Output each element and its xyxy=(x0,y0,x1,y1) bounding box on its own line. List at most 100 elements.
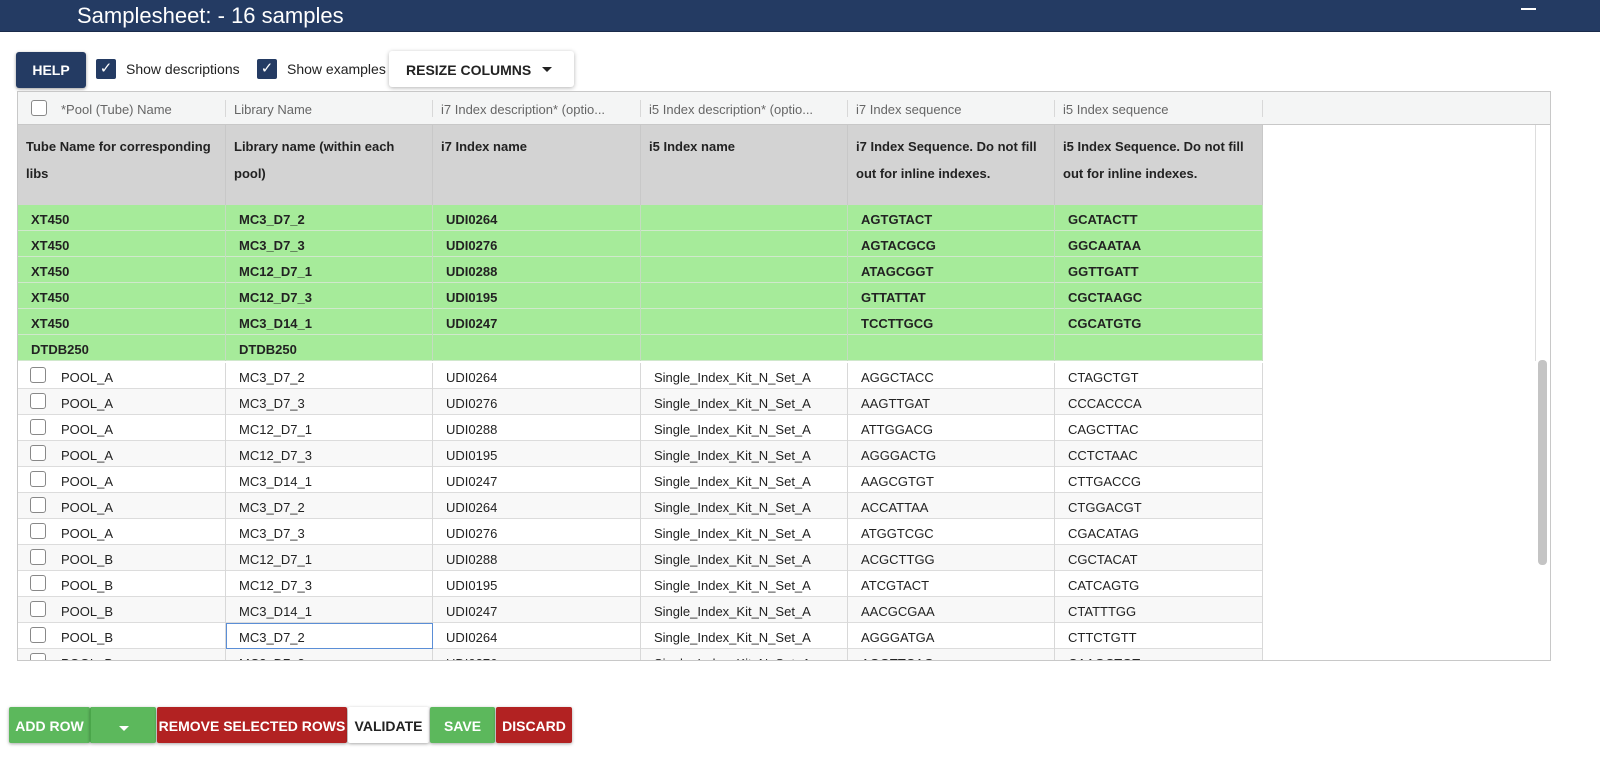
cell[interactable]: UDI0276 xyxy=(433,649,641,660)
row-checkbox[interactable] xyxy=(30,627,46,643)
column-header[interactable]: i7 Index sequence xyxy=(848,100,1055,117)
save-button[interactable]: SAVE xyxy=(430,707,495,743)
cell[interactable]: Single_Index_Kit_N_Set_A xyxy=(641,441,848,467)
cell[interactable]: AGGCTACC xyxy=(848,363,1055,389)
cell[interactable]: CTTCTGTT xyxy=(1055,623,1263,649)
cell[interactable]: ATTGGACG xyxy=(848,415,1055,441)
cell[interactable]: POOL_A xyxy=(18,389,226,415)
column-header[interactable]: *Pool (Tube) Name xyxy=(53,100,226,117)
cell[interactable]: POOL_A xyxy=(18,441,226,467)
cell[interactable]: MC3_D14_1 xyxy=(226,597,433,623)
cell[interactable]: POOL_B xyxy=(18,571,226,597)
cell[interactable]: Single_Index_Kit_N_Set_A xyxy=(641,571,848,597)
cell[interactable]: AACGCGAA xyxy=(848,597,1055,623)
cell[interactable]: UDI0264 xyxy=(433,363,641,389)
cell[interactable]: CAAGCTGT xyxy=(1055,649,1263,660)
row-checkbox[interactable] xyxy=(30,549,46,565)
cell[interactable]: CTAGCTGT xyxy=(1055,363,1263,389)
cell[interactable]: ACGCTTGG xyxy=(848,545,1055,571)
cell[interactable]: CCTCTAAC xyxy=(1055,441,1263,467)
cell[interactable]: ATGGTCGC xyxy=(848,519,1055,545)
cell[interactable]: CATCAGTG xyxy=(1055,571,1263,597)
row-checkbox[interactable] xyxy=(30,575,46,591)
cell[interactable]: ATCGTACT xyxy=(848,571,1055,597)
show-examples-checkbox[interactable]: ✓ Show examples xyxy=(257,59,386,79)
cell[interactable]: POOL_B xyxy=(18,545,226,571)
row-checkbox[interactable] xyxy=(30,653,46,660)
cell[interactable]: POOL_A xyxy=(18,493,226,519)
cell[interactable]: CTTGACCG xyxy=(1055,467,1263,493)
cell[interactable]: MC3_D7_3 xyxy=(226,389,433,415)
cell[interactable]: Single_Index_Kit_N_Set_A xyxy=(641,649,848,660)
row-checkbox[interactable] xyxy=(30,393,46,409)
cell[interactable]: Single_Index_Kit_N_Set_A xyxy=(641,519,848,545)
row-checkbox[interactable] xyxy=(30,367,46,383)
cell[interactable]: MC12_D7_3 xyxy=(226,571,433,597)
cell[interactable]: MC3_D14_1 xyxy=(226,467,433,493)
cell[interactable]: MC12_D7_3 xyxy=(226,441,433,467)
resize-columns-dropdown[interactable]: RESIZE COLUMNS xyxy=(389,51,574,87)
cell[interactable]: CTGGACGT xyxy=(1055,493,1263,519)
cell[interactable]: MC3_D7_2 xyxy=(226,363,433,389)
cell[interactable]: UDI0288 xyxy=(433,545,641,571)
cell[interactable]: POOL_B xyxy=(18,623,226,649)
discard-button[interactable]: DISCARD xyxy=(496,707,572,743)
row-checkbox[interactable] xyxy=(30,523,46,539)
cell[interactable]: AGGTTCAG xyxy=(848,649,1055,660)
column-header[interactable]: Library Name xyxy=(226,100,433,117)
cell[interactable]: MC3_D7_2 xyxy=(226,623,433,649)
cell[interactable]: UDI0247 xyxy=(433,597,641,623)
cell[interactable]: POOL_A xyxy=(18,363,226,389)
cell[interactable]: ACCATTAA xyxy=(848,493,1055,519)
cell[interactable]: AGGGACTG xyxy=(848,441,1055,467)
row-checkbox[interactable] xyxy=(30,471,46,487)
cell[interactable]: CGCTACAT xyxy=(1055,545,1263,571)
row-checkbox[interactable] xyxy=(30,497,46,513)
cell[interactable]: UDI0276 xyxy=(433,389,641,415)
cell[interactable]: Single_Index_Kit_N_Set_A xyxy=(641,363,848,389)
add-row-menu-button[interactable] xyxy=(90,707,156,743)
validate-button[interactable]: VALIDATE xyxy=(348,707,429,743)
cell[interactable]: UDI0276 xyxy=(433,519,641,545)
cell[interactable]: Single_Index_Kit_N_Set_A xyxy=(641,389,848,415)
column-header[interactable]: i5 Index description* (optio... xyxy=(641,100,848,117)
cell[interactable]: CGACATAG xyxy=(1055,519,1263,545)
show-descriptions-checkbox[interactable]: ✓ Show descriptions xyxy=(96,59,240,79)
add-row-button[interactable]: ADD ROW xyxy=(9,707,90,743)
cell[interactable]: Single_Index_Kit_N_Set_A xyxy=(641,545,848,571)
cell[interactable]: UDI0288 xyxy=(433,415,641,441)
cell[interactable]: CTATTTGG xyxy=(1055,597,1263,623)
cell[interactable]: POOL_A xyxy=(18,415,226,441)
cell[interactable]: MC12_D7_1 xyxy=(226,415,433,441)
cell[interactable]: POOL_A xyxy=(18,519,226,545)
row-checkbox[interactable] xyxy=(30,419,46,435)
cell[interactable]: Single_Index_Kit_N_Set_A xyxy=(641,467,848,493)
minus-icon[interactable] xyxy=(1521,8,1536,10)
row-checkbox[interactable] xyxy=(30,601,46,617)
cell[interactable]: Single_Index_Kit_N_Set_A xyxy=(641,623,848,649)
cell[interactable]: AAGCGTGT xyxy=(848,467,1055,493)
select-all-checkbox[interactable] xyxy=(31,100,47,116)
cell[interactable]: UDI0247 xyxy=(433,467,641,493)
cell[interactable]: MC3_D7_2 xyxy=(226,493,433,519)
column-header[interactable]: i5 Index sequence xyxy=(1055,100,1263,117)
cell[interactable]: UDI0264 xyxy=(433,623,641,649)
cell[interactable]: MC12_D7_1 xyxy=(226,545,433,571)
cell[interactable]: CCCACCCA xyxy=(1055,389,1263,415)
cell[interactable]: POOL_B xyxy=(18,597,226,623)
cell[interactable]: Single_Index_Kit_N_Set_A xyxy=(641,415,848,441)
cell[interactable]: MC3_D7_3 xyxy=(226,519,433,545)
cell[interactable]: Single_Index_Kit_N_Set_A xyxy=(641,597,848,623)
cell[interactable]: UDI0195 xyxy=(433,441,641,467)
cell[interactable]: UDI0195 xyxy=(433,571,641,597)
row-checkbox[interactable] xyxy=(30,445,46,461)
column-header[interactable]: i7 Index description* (optio... xyxy=(433,100,641,117)
cell[interactable]: POOL_B xyxy=(18,649,226,660)
cell[interactable]: AAGTTGAT xyxy=(848,389,1055,415)
cell[interactable]: AGGGATGA xyxy=(848,623,1055,649)
help-button[interactable]: HELP xyxy=(16,52,86,88)
cell[interactable]: POOL_A xyxy=(18,467,226,493)
cell[interactable]: CAGCTTAC xyxy=(1055,415,1263,441)
vertical-scrollbar[interactable] xyxy=(1538,360,1547,565)
cell[interactable]: UDI0264 xyxy=(433,493,641,519)
